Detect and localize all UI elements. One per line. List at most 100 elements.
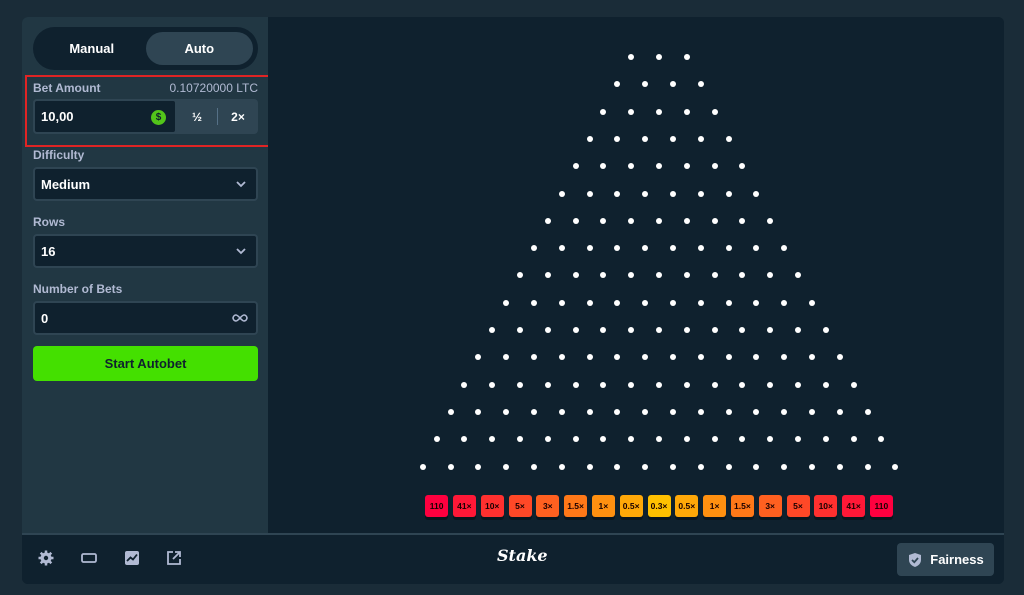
peg bbox=[614, 135, 621, 142]
peg bbox=[586, 408, 593, 415]
peg bbox=[558, 463, 565, 470]
peg bbox=[572, 163, 579, 170]
peg bbox=[642, 135, 649, 142]
peg bbox=[767, 381, 774, 388]
peg bbox=[767, 272, 774, 279]
peg bbox=[850, 436, 857, 443]
peg bbox=[614, 245, 621, 252]
start-autobet-button[interactable]: Start Autobet bbox=[33, 346, 258, 381]
tab-auto[interactable]: Auto bbox=[145, 32, 253, 65]
peg bbox=[795, 272, 801, 279]
peg bbox=[739, 381, 746, 388]
peg bbox=[864, 408, 871, 415]
peg bbox=[781, 408, 788, 415]
peg bbox=[753, 299, 760, 306]
fairness-button[interactable]: Fairness bbox=[897, 543, 994, 576]
peg bbox=[656, 272, 662, 279]
peg bbox=[461, 381, 468, 388]
peg bbox=[656, 163, 662, 170]
peg bbox=[558, 245, 565, 252]
peg bbox=[795, 381, 801, 388]
peg bbox=[530, 245, 537, 252]
peg bbox=[767, 327, 774, 333]
peg bbox=[600, 272, 607, 279]
peg bbox=[517, 272, 523, 279]
rows-select[interactable]: 16 bbox=[33, 234, 258, 268]
peg bbox=[642, 245, 649, 252]
peg bbox=[544, 272, 551, 279]
peg bbox=[822, 381, 829, 388]
peg bbox=[586, 354, 593, 361]
peg bbox=[656, 436, 662, 443]
peg bbox=[586, 245, 593, 252]
rows-value: 16 bbox=[41, 243, 56, 259]
peg bbox=[628, 381, 635, 388]
peg bbox=[669, 354, 676, 361]
peg bbox=[475, 463, 482, 470]
peg bbox=[642, 463, 649, 470]
difficulty-select[interactable]: Medium bbox=[33, 167, 258, 201]
peg bbox=[697, 135, 704, 142]
peg bbox=[600, 217, 607, 224]
peg bbox=[836, 463, 843, 470]
peg bbox=[628, 436, 635, 443]
peg bbox=[697, 299, 704, 306]
peg bbox=[850, 381, 857, 388]
multiplier-bucket: 1× bbox=[703, 495, 727, 517]
peg bbox=[711, 381, 718, 388]
peg bbox=[697, 190, 704, 197]
peg bbox=[433, 436, 440, 443]
peg bbox=[642, 354, 649, 361]
peg bbox=[781, 354, 788, 361]
tab-manual[interactable]: Manual bbox=[38, 32, 146, 65]
gear-icon[interactable] bbox=[37, 549, 55, 567]
peg bbox=[795, 327, 801, 333]
peg bbox=[489, 327, 496, 333]
peg bbox=[628, 217, 635, 224]
peg bbox=[656, 327, 662, 333]
peg bbox=[683, 272, 690, 279]
peg bbox=[711, 217, 718, 224]
peg bbox=[725, 463, 732, 470]
number-of-bets-input[interactable]: 0 bbox=[33, 301, 258, 335]
peg bbox=[586, 190, 593, 197]
multiplier-bucket: 110 bbox=[425, 495, 449, 517]
peg bbox=[669, 81, 676, 88]
peg bbox=[781, 299, 788, 306]
peg bbox=[447, 463, 454, 470]
difficulty-value: Medium bbox=[41, 176, 91, 192]
peg bbox=[642, 190, 649, 197]
theatre-mode-icon[interactable] bbox=[80, 549, 98, 567]
peg bbox=[697, 408, 704, 415]
peg bbox=[683, 54, 690, 60]
peg bbox=[586, 299, 593, 306]
plinko-app: Manual Auto Bet Amount 0.10720000 LTC 10… bbox=[22, 17, 1004, 584]
fairness-label: Fairness bbox=[930, 552, 984, 567]
peg bbox=[419, 463, 426, 470]
peg bbox=[628, 272, 635, 279]
peg bbox=[753, 190, 760, 197]
peg bbox=[475, 354, 482, 361]
peg bbox=[642, 299, 649, 306]
peg bbox=[669, 245, 676, 252]
peg bbox=[739, 163, 746, 170]
peg bbox=[739, 327, 746, 333]
multiplier-bucket: 3× bbox=[758, 495, 782, 517]
peg bbox=[503, 463, 510, 470]
peg bbox=[447, 408, 454, 415]
peg bbox=[656, 108, 662, 115]
peg bbox=[572, 272, 579, 279]
peg bbox=[572, 217, 579, 224]
infinity-icon bbox=[232, 314, 248, 322]
peg bbox=[697, 245, 704, 252]
difficulty-label: Difficulty bbox=[33, 148, 85, 162]
peg bbox=[753, 245, 760, 252]
peg bbox=[572, 327, 579, 333]
multiplier-bucket: 10× bbox=[480, 495, 504, 517]
peg bbox=[739, 436, 746, 443]
peg bbox=[753, 408, 760, 415]
peg bbox=[781, 463, 788, 470]
peg bbox=[530, 299, 537, 306]
stats-icon[interactable] bbox=[123, 549, 141, 567]
popout-icon[interactable] bbox=[165, 549, 183, 567]
